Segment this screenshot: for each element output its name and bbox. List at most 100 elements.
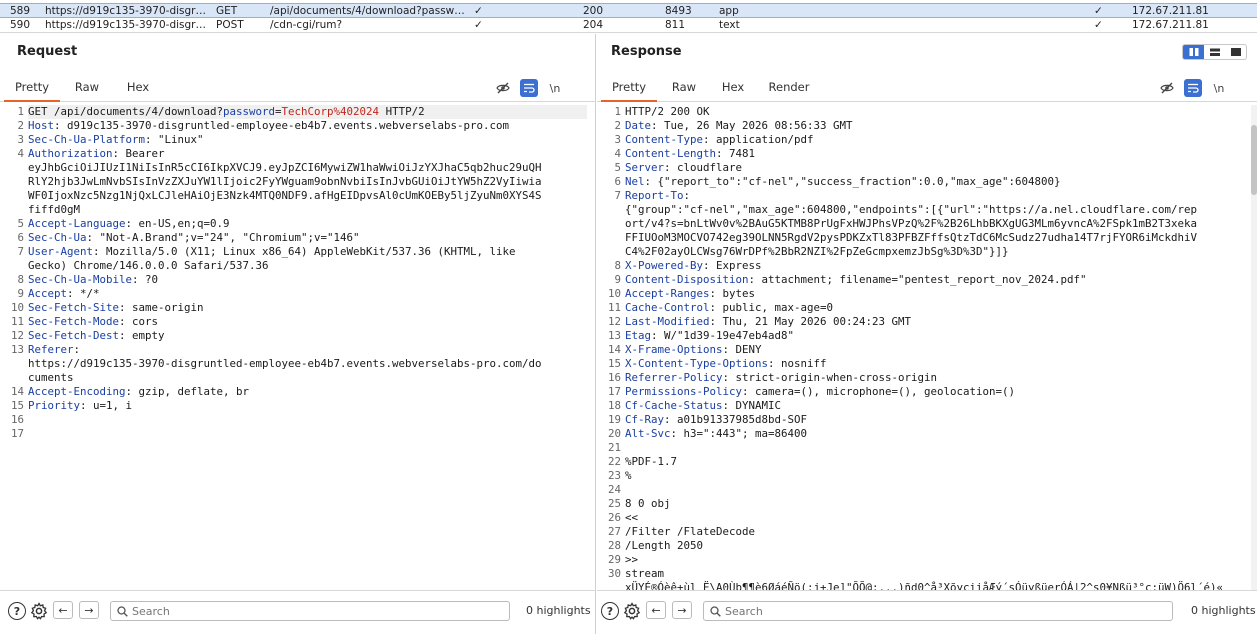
code-line[interactable]: Sec-Ch-Ua-Mobile: ?0 — [28, 273, 587, 287]
code-line[interactable]: RlY2hjb3JwLmNvbSIsInVzZXJuYW1lIjoic2FyYW… — [28, 175, 587, 189]
response-scrollbar[interactable] — [1251, 105, 1257, 590]
history-row[interactable]: 590 https://d919c135-3970-disgrun… POST … — [0, 18, 1257, 32]
wrap-lines-icon[interactable] — [520, 79, 538, 97]
response-search-input[interactable] — [725, 604, 1141, 618]
code-text: ort/v4?s=bnLtWv0v%2BAuG5KTMB8PrUgFxHWJPh… — [625, 217, 1198, 230]
layout-tabbed-icon[interactable] — [1225, 45, 1246, 59]
settings-gear-icon[interactable] — [623, 602, 641, 620]
code-line[interactable]: Nel: {"report_to":"cf-nel","success_frac… — [625, 175, 1249, 189]
code-line[interactable]: ort/v4?s=bnLtWv0v%2BAuG5KTMB8PrUgFxHWJPh… — [625, 217, 1249, 231]
layout-side-by-side-icon[interactable] — [1183, 45, 1204, 59]
code-line[interactable]: /Filter /FlateDecode — [625, 525, 1249, 539]
layout-stacked-icon[interactable] — [1204, 45, 1225, 59]
code-line[interactable]: X-Powered-By: Express — [625, 259, 1249, 273]
tab-response-pretty[interactable]: Pretty — [601, 74, 657, 102]
code-text: : */* — [67, 287, 100, 300]
header-name: Last-Modified — [625, 315, 710, 328]
help-icon[interactable]: ? — [601, 602, 619, 620]
code-line[interactable]: %PDF-1.7 — [625, 455, 1249, 469]
hide-eye-icon[interactable] — [1158, 79, 1176, 97]
code-line[interactable]: Accept-Ranges: bytes — [625, 287, 1249, 301]
code-line[interactable]: stream — [625, 567, 1249, 581]
history-row-selected[interactable]: 589 https://d919c135-3970-disgrun… GET /… — [0, 3, 1257, 18]
code-line[interactable] — [28, 427, 587, 441]
code-line[interactable]: Alt-Svc: h3=":443"; ma=86400 — [625, 427, 1249, 441]
wrap-lines-icon[interactable] — [1184, 79, 1202, 97]
next-match-arrow-icon[interactable]: → — [672, 601, 692, 619]
line-number — [597, 245, 621, 259]
help-icon[interactable]: ? — [8, 602, 26, 620]
code-line[interactable]: Cf-Cache-Status: DYNAMIC — [625, 399, 1249, 413]
next-match-arrow-icon[interactable]: → — [79, 601, 99, 619]
request-code[interactable]: GET /api/documents/4/download?password=T… — [28, 105, 587, 590]
code-line[interactable]: Etag: W/"1d39-19e47eb4ad8" — [625, 329, 1249, 343]
code-line[interactable]: Content-Disposition: attachment; filenam… — [625, 273, 1249, 287]
code-line[interactable]: {"group":"cf-nel","max_age":604800,"endp… — [625, 203, 1249, 217]
hide-eye-icon[interactable] — [494, 79, 512, 97]
code-line[interactable]: << — [625, 511, 1249, 525]
code-text: >> — [625, 553, 639, 566]
request-search-input[interactable] — [132, 604, 485, 618]
code-line[interactable] — [625, 441, 1249, 455]
code-line[interactable]: Server: cloudflare — [625, 161, 1249, 175]
code-line[interactable]: /Length 2050 — [625, 539, 1249, 553]
code-line[interactable]: Authorization: Bearer — [28, 147, 587, 161]
code-line[interactable]: 8 0 obj — [625, 497, 1249, 511]
code-line[interactable]: >> — [625, 553, 1249, 567]
code-text: /Filter /FlateDecode — [625, 525, 756, 538]
code-line[interactable]: Host: d919c135-3970-disgruntled-employee… — [28, 119, 587, 133]
code-line[interactable]: Accept-Encoding: gzip, deflate, br — [28, 385, 587, 399]
code-line[interactable]: Accept-Language: en-US,en;q=0.9 — [28, 217, 587, 231]
code-line[interactable] — [28, 413, 587, 427]
code-line[interactable]: Cf-Ray: a01b91337985d8bd-SOF — [625, 413, 1249, 427]
response-scrollbar-thumb[interactable] — [1251, 125, 1257, 195]
code-line[interactable]: Last-Modified: Thu, 21 May 2026 00:24:23… — [625, 315, 1249, 329]
newline-toggle[interactable]: \n — [1210, 79, 1228, 97]
code-line[interactable]: Content-Length: 7481 — [625, 147, 1249, 161]
code-line[interactable]: % — [625, 469, 1249, 483]
tab-response-hex[interactable]: Hex — [710, 74, 756, 102]
code-line[interactable]: FFIUOoM3MOCVO742eg39OLNN5RgdV2pysPDKZxTl… — [625, 231, 1249, 245]
code-line[interactable]: Report-To: — [625, 189, 1249, 203]
code-line[interactable]: HTTP/2 200 OK — [625, 105, 1249, 119]
settings-gear-icon[interactable] — [30, 602, 48, 620]
tab-request-pretty[interactable]: Pretty — [4, 74, 60, 102]
tab-response-raw[interactable]: Raw — [659, 74, 709, 102]
code-line[interactable]: X-Frame-Options: DENY — [625, 343, 1249, 357]
code-line[interactable]: xÜYÉ®Óèê+ùl Ë\A0Ùb¶¶è6ØáéÑö(:j+Je]"ÕÕ@:.… — [625, 581, 1249, 590]
code-line[interactable]: Accept: */* — [28, 287, 587, 301]
code-line[interactable]: Permissions-Policy: camera=(), microphon… — [625, 385, 1249, 399]
code-line[interactable]: Referrer-Policy: strict-origin-when-cros… — [625, 371, 1249, 385]
tab-request-hex[interactable]: Hex — [114, 74, 162, 102]
code-line[interactable]: Sec-Fetch-Site: same-origin — [28, 301, 587, 315]
code-line[interactable]: Gecko) Chrome/146.0.0.0 Safari/537.36 — [28, 259, 587, 273]
code-line[interactable]: X-Content-Type-Options: nosniff — [625, 357, 1249, 371]
code-line[interactable]: Content-Type: application/pdf — [625, 133, 1249, 147]
code-line[interactable] — [625, 483, 1249, 497]
code-line[interactable]: C4%2F02ayOLCWsg76WrDPf%2BbR2NZI%2FpZeGcm… — [625, 245, 1249, 259]
code-line[interactable]: fiffd0gM — [28, 203, 587, 217]
code-line[interactable]: Sec-Ch-Ua: "Not-A.Brand";v="24", "Chromi… — [28, 231, 587, 245]
code-line[interactable]: GET /api/documents/4/download?password=T… — [28, 105, 587, 119]
response-code[interactable]: HTTP/2 200 OK Date: Tue, 26 May 2026 08:5… — [625, 105, 1249, 590]
tab-response-render[interactable]: Render — [761, 74, 817, 102]
code-line[interactable]: WF0IjoxNzc5Nzg1NjQxLCJleHAiOjE3Nzk4MTQ0N… — [28, 189, 587, 203]
tab-request-raw[interactable]: Raw — [62, 74, 112, 102]
code-line[interactable]: User-Agent: Mozilla/5.0 (X11; Linux x86_… — [28, 245, 587, 259]
code-line[interactable]: Sec-Fetch-Dest: empty — [28, 329, 587, 343]
code-line[interactable]: Date: Tue, 26 May 2026 08:56:33 GMT — [625, 119, 1249, 133]
code-line[interactable]: Priority: u=1, i — [28, 399, 587, 413]
previous-match-arrow-icon[interactable]: ← — [53, 601, 73, 619]
code-line[interactable]: Referer: — [28, 343, 587, 357]
newline-toggle[interactable]: \n — [546, 79, 564, 97]
code-line[interactable]: eyJhbGciOiJIUzI1NiIsInR5cCI6IkpXVCJ9.eyJ… — [28, 161, 587, 175]
header-name: Accept — [28, 287, 68, 300]
code-line[interactable]: Sec-Fetch-Mode: cors — [28, 315, 587, 329]
request-editor[interactable]: 1 2 3 4 5 6 7 8 9 10 11 12 13 14 15 16 17 GET /api/docum… — [0, 105, 595, 590]
code-line[interactable]: Cache-Control: public, max-age=0 — [625, 301, 1249, 315]
code-line[interactable]: cuments — [28, 371, 587, 385]
response-editor[interactable]: 1 2 3 4 5 6 7 8 9 10 11 12 13 14 15 16 17 18 19 20 21 22 23 24 2… — [597, 105, 1257, 590]
code-line[interactable]: https://d919c135-3970-disgruntled-employ… — [28, 357, 587, 371]
code-line[interactable]: Sec-Ch-Ua-Platform: "Linux" — [28, 133, 587, 147]
previous-match-arrow-icon[interactable]: ← — [646, 601, 666, 619]
